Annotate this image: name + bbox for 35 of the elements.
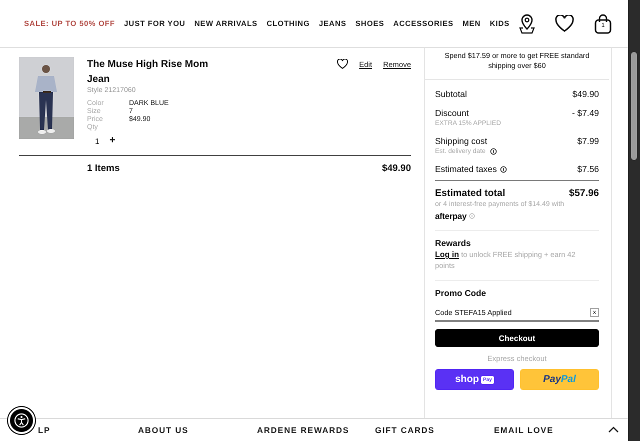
accessibility-button[interactable]: [8, 407, 35, 434]
promo-heading: Promo Code: [435, 288, 488, 298]
footer-link[interactable]: GIFT CARDS: [375, 425, 435, 435]
location-pin-icon[interactable]: [519, 14, 535, 34]
scrollbar[interactable]: [628, 0, 640, 441]
heart-icon[interactable]: [337, 59, 348, 69]
item-count: 1 Items: [87, 163, 120, 174]
checkout-button[interactable]: Checkout: [435, 329, 599, 347]
summary-label: Shipping cost: [435, 136, 488, 146]
login-link[interactable]: Log in: [435, 250, 459, 259]
quantity-value: 1: [95, 137, 100, 146]
paypal-button[interactable]: PayPal: [520, 369, 599, 390]
cart-total: $49.90: [382, 163, 411, 174]
footer-link[interactable]: EMAIL LOVE: [494, 425, 554, 435]
summary-label: Estimated taxes: [435, 164, 497, 174]
summary-value: - $7.49: [572, 108, 599, 120]
rewards-heading: Rewards: [435, 238, 472, 248]
afterpay-logo: afterpay: [435, 211, 466, 221]
info-icon[interactable]: [500, 166, 507, 172]
chevron-up-icon[interactable]: [608, 426, 619, 433]
summary-label: Discount: [435, 108, 470, 118]
footer-link[interactable]: ARDENE REWARDS: [257, 425, 350, 435]
info-icon[interactable]: [490, 148, 497, 155]
summary-label: Subtotal: [435, 89, 467, 99]
summary-value: $7.56: [577, 164, 599, 174]
summary-value: $7.99: [577, 136, 599, 148]
footer-link[interactable]: LP: [38, 425, 50, 435]
total-label: Estimated total: [435, 188, 506, 199]
summary-value: $49.90: [572, 89, 599, 99]
accessibility-icon: [14, 413, 29, 428]
increase-button[interactable]: +: [109, 137, 116, 146]
footer-link[interactable]: ABOUT US: [138, 425, 189, 435]
heart-icon[interactable]: [555, 15, 574, 32]
total-value: $57.96: [569, 188, 599, 199]
product-title[interactable]: The Muse High Rise Mom Jean: [87, 57, 227, 87]
